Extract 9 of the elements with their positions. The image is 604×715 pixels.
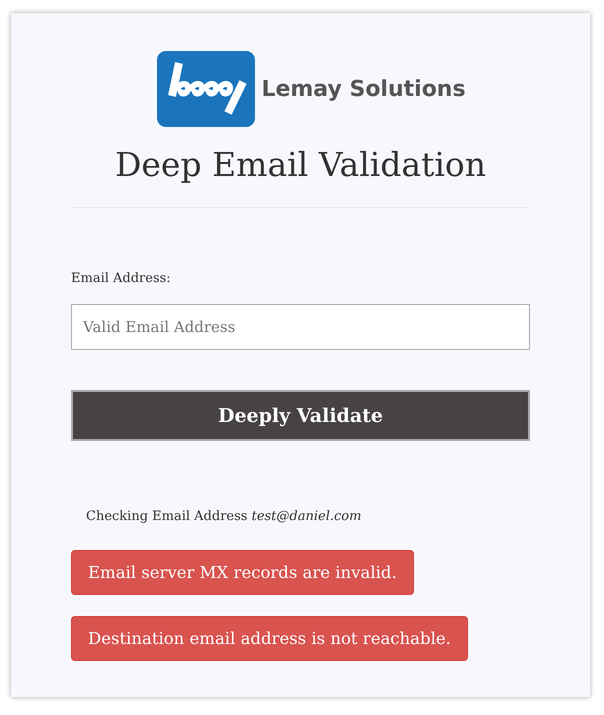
page-title: Deep Email Validation — [114, 144, 488, 186]
company-logo-icon — [157, 51, 256, 127]
status-text: Checking Email Address test@daniel.com — [86, 508, 362, 526]
email-input-field[interactable]: Valid Email Address — [71, 304, 530, 350]
company-name: Lemay Solutions — [261, 77, 466, 102]
error-alert: Email server MX records are invalid. — [71, 550, 414, 595]
email-label: Email Address: — [71, 270, 171, 288]
error-alert: Destination email address is not reachable. — [71, 616, 468, 661]
validate-button[interactable]: Deeply Validate — [71, 390, 530, 441]
